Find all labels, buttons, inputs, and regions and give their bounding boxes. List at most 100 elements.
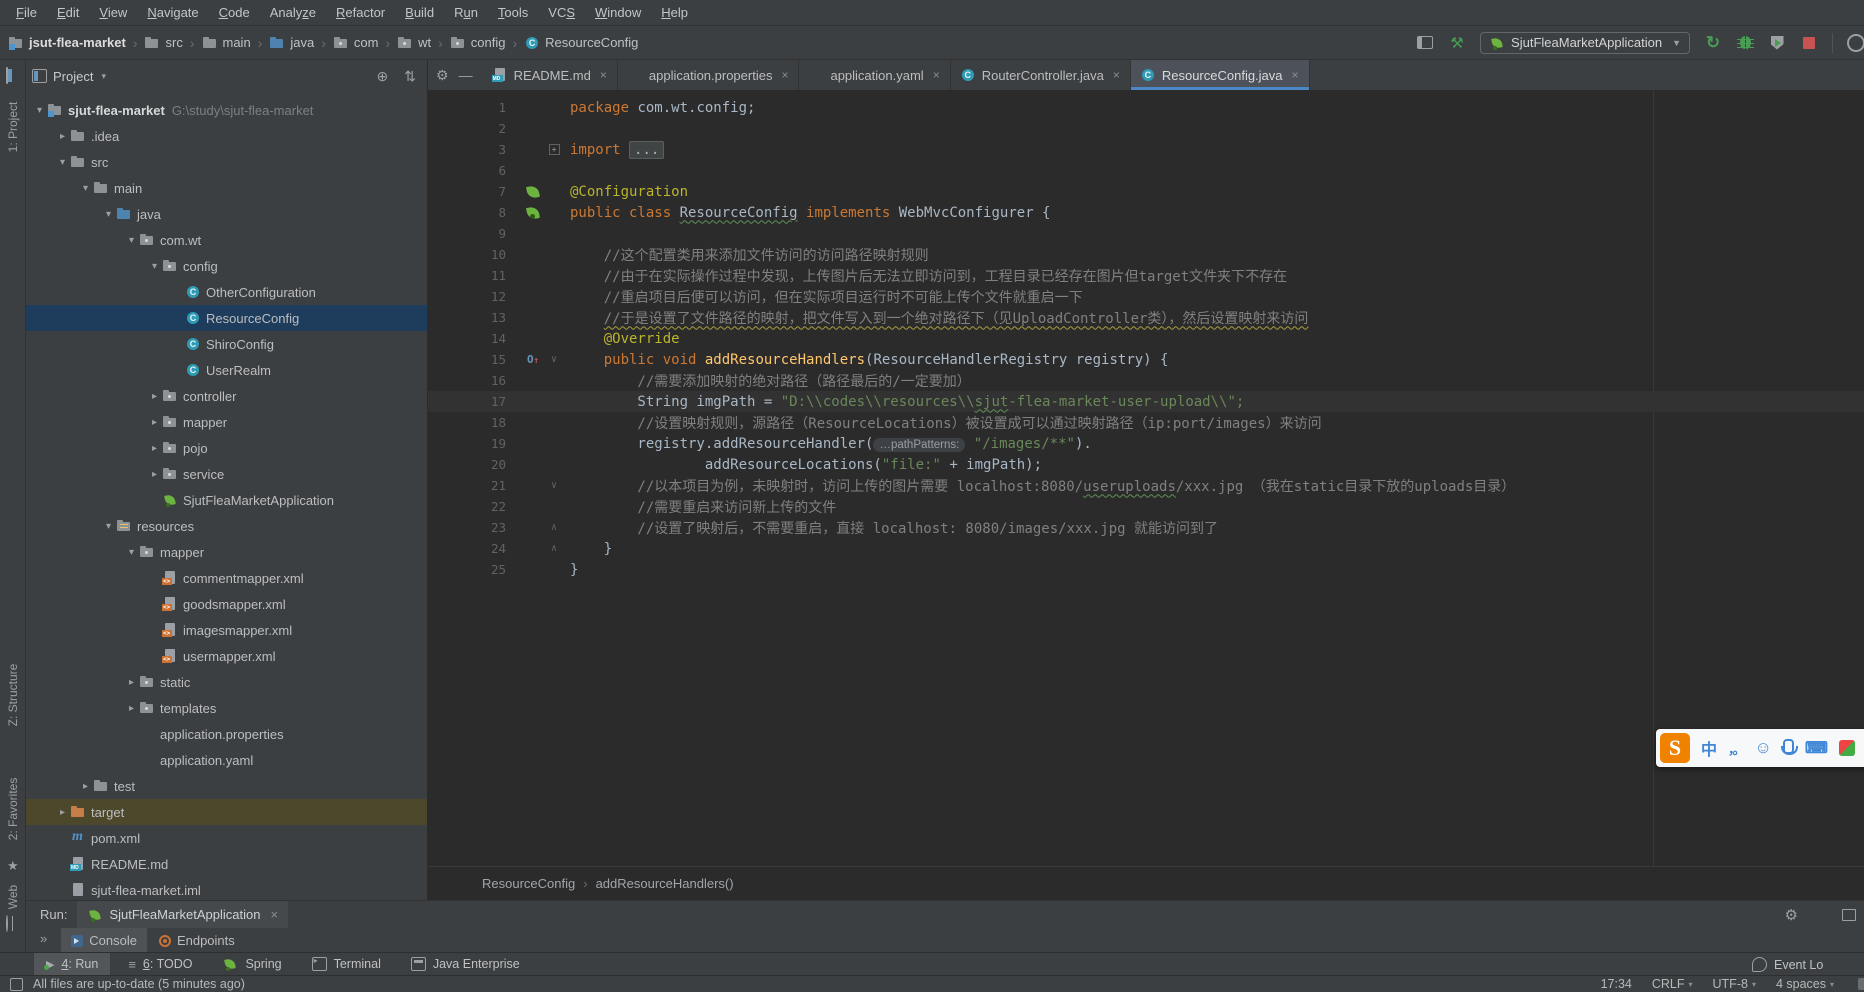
tree-row-pojo[interactable]: ▸pojo	[26, 435, 427, 461]
tree-row-resources[interactable]: ▾resources	[26, 513, 427, 539]
tree-row-src[interactable]: ▾src	[26, 149, 427, 175]
tree-row-.idea[interactable]: ▸.idea	[26, 123, 427, 149]
run-tab-Console[interactable]: Console	[61, 928, 147, 953]
breadcrumb-item-ResourceConfig[interactable]: ResourceConfig	[524, 35, 638, 51]
tree-chevron-icon[interactable]: ▸	[55, 131, 70, 142]
star-icon[interactable]: ★	[7, 858, 19, 874]
rerun-button[interactable]: ↻	[1704, 34, 1722, 52]
search-everywhere-icon[interactable]	[1847, 34, 1864, 52]
tree-row-sjut-flea-market[interactable]: ▾sjut-flea-marketG:\study\sjut-flea-mark…	[26, 97, 427, 123]
project-panel-title[interactable]: Project	[53, 69, 93, 84]
run-tab-Endpoints[interactable]: Endpoints	[149, 928, 245, 953]
breadcrumb-item-java[interactable]: java	[269, 35, 314, 51]
gear-icon[interactable]: ⚙	[436, 67, 449, 84]
tree-row-application.yaml[interactable]: application.yaml	[26, 747, 427, 773]
tree-row-UserRealm[interactable]: UserRealm	[26, 357, 427, 383]
breadcrumb-method[interactable]: addResourceHandlers()	[596, 876, 734, 891]
ime-keyboard-icon[interactable]: ⌨	[1805, 738, 1828, 758]
tree-row-pom.xml[interactable]: pom.xml	[26, 825, 427, 851]
menu-navigate[interactable]: Navigate	[137, 5, 208, 20]
toolwindow-4-run[interactable]: ▶4: Run	[34, 953, 110, 976]
hide-panel-icon[interactable]: —	[459, 67, 473, 83]
breadcrumb-item-jsut-flea-market[interactable]: jsut-flea-market	[8, 35, 126, 51]
tree-row-target[interactable]: ▸target	[26, 799, 427, 825]
tab-ResourceConfig.java[interactable]: ResourceConfig.java×	[1131, 60, 1310, 90]
ime-punctuation-icon[interactable]: ，。	[1728, 739, 1744, 758]
code-line-19[interactable]: 19 registry.addResourceHandler(…pathPatt…	[428, 433, 1864, 454]
tree-row-java[interactable]: ▾java	[26, 201, 427, 227]
tree-chevron-icon[interactable]: ▸	[124, 677, 139, 688]
menu-refactor[interactable]: Refactor	[326, 5, 395, 20]
menu-file[interactable]: File	[6, 5, 47, 20]
tree-row-application.properties[interactable]: application.properties	[26, 721, 427, 747]
tab-RouterController.java[interactable]: RouterController.java×	[951, 60, 1131, 90]
tree-chevron-icon[interactable]: ▾	[55, 157, 70, 168]
tree-chevron-icon[interactable]: ▾	[124, 235, 139, 246]
menu-build[interactable]: Build	[395, 5, 444, 20]
code-line-2[interactable]: 2	[428, 118, 1864, 139]
tree-chevron-icon[interactable]: ▸	[147, 469, 162, 480]
status-crlf[interactable]: CRLF▾	[1652, 977, 1693, 991]
tree-row-main[interactable]: ▾main	[26, 175, 427, 201]
code-line-23[interactable]: 23∧ //设置了映射后，不需要重启，直接 localhost: 8080/im…	[428, 517, 1864, 538]
layout-toggle-icon[interactable]	[1416, 34, 1434, 52]
stripe-structure-label[interactable]: Z: Structure	[6, 664, 20, 727]
tree-row-ResourceConfig[interactable]: ResourceConfig	[26, 305, 427, 331]
breadcrumb-item-main[interactable]: main	[202, 35, 251, 51]
sogou-logo[interactable]: S	[1660, 733, 1690, 763]
layout-icon[interactable]	[1842, 909, 1856, 921]
tree-chevron-icon[interactable]: ▾	[101, 209, 116, 220]
close-icon[interactable]: ×	[781, 68, 788, 82]
event-log-button[interactable]: Event Lo	[1752, 953, 1864, 976]
close-icon[interactable]: ×	[933, 68, 940, 82]
tree-row-mapper[interactable]: ▸mapper	[26, 409, 427, 435]
close-icon[interactable]: ×	[271, 907, 279, 922]
code-line-20[interactable]: 20 addResourceLocations("file:" + imgPat…	[428, 454, 1864, 475]
tree-chevron-icon[interactable]: ▸	[55, 807, 70, 818]
tree-row-OtherConfiguration[interactable]: OtherConfiguration	[26, 279, 427, 305]
code-line-14[interactable]: 14 @Override	[428, 328, 1864, 349]
project-stripe-icon[interactable]	[6, 68, 8, 83]
tree-row-mapper[interactable]: ▾mapper	[26, 539, 427, 565]
status-icon[interactable]	[10, 978, 23, 991]
menu-edit[interactable]: Edit	[47, 5, 89, 20]
tree-row-goodsmapper.xml[interactable]: goodsmapper.xml	[26, 591, 427, 617]
fold-marker[interactable]: +	[546, 144, 562, 155]
tree-chevron-icon[interactable]: ▸	[78, 781, 93, 792]
globe-icon[interactable]	[6, 916, 8, 931]
tab-application.properties[interactable]: application.properties×	[618, 60, 800, 90]
breadcrumb-item-src[interactable]: src	[144, 35, 182, 51]
ime-emoji-icon[interactable]: ☺	[1755, 738, 1772, 758]
menu-tools[interactable]: Tools	[488, 5, 538, 20]
run-session-tab[interactable]: SjutFleaMarketApplication ×	[77, 901, 288, 928]
code-line-9[interactable]: 9	[428, 223, 1864, 244]
fold-expand-icon[interactable]: +	[549, 144, 560, 155]
tree-chevron-icon[interactable]: ▾	[124, 547, 139, 558]
stripe-web-label[interactable]: Web	[6, 885, 20, 909]
locate-file-icon[interactable]: ⊕	[372, 68, 394, 85]
tree-chevron-icon[interactable]: ▸	[147, 417, 162, 428]
tree-row-controller[interactable]: ▸controller	[26, 383, 427, 409]
code-line-7[interactable]: 7@Configuration	[428, 181, 1864, 202]
menu-view[interactable]: View	[89, 5, 137, 20]
status-utf-8[interactable]: UTF-8▾	[1713, 977, 1756, 991]
run-config-select[interactable]: SjutFleaMarketApplication ▼	[1480, 32, 1690, 54]
breadcrumb-item-com[interactable]: com	[333, 35, 379, 51]
code-line-24[interactable]: 24∧ }	[428, 538, 1864, 559]
tree-chevron-icon[interactable]: ▾	[78, 183, 93, 194]
stripe-project-label[interactable]: 1: Project	[6, 102, 20, 153]
tree-row-imagesmapper.xml[interactable]: imagesmapper.xml	[26, 617, 427, 643]
stop-button[interactable]	[1800, 34, 1818, 52]
fold-marker[interactable]: ∧	[546, 522, 562, 533]
tree-chevron-icon[interactable]: ▾	[147, 261, 162, 272]
menu-analyze[interactable]: Analyze	[260, 5, 326, 20]
close-icon[interactable]: ×	[1113, 68, 1120, 82]
menu-help[interactable]: Help	[651, 5, 698, 20]
tree-row-service[interactable]: ▸service	[26, 461, 427, 487]
collapse-all-icon[interactable]: ⇅	[399, 68, 421, 85]
toolwindow-java-enterprise[interactable]: Java Enterprise	[399, 953, 532, 976]
code-line-21[interactable]: 21∨ //以本项目为例，未映射时，访问上传的图片需要 localhost:80…	[428, 475, 1864, 496]
breadcrumb-item-config[interactable]: config	[450, 35, 506, 51]
code-line-8[interactable]: 8public class ResourceConfig implements …	[428, 202, 1864, 223]
spring-bean-gutter-icon[interactable]	[527, 207, 539, 219]
